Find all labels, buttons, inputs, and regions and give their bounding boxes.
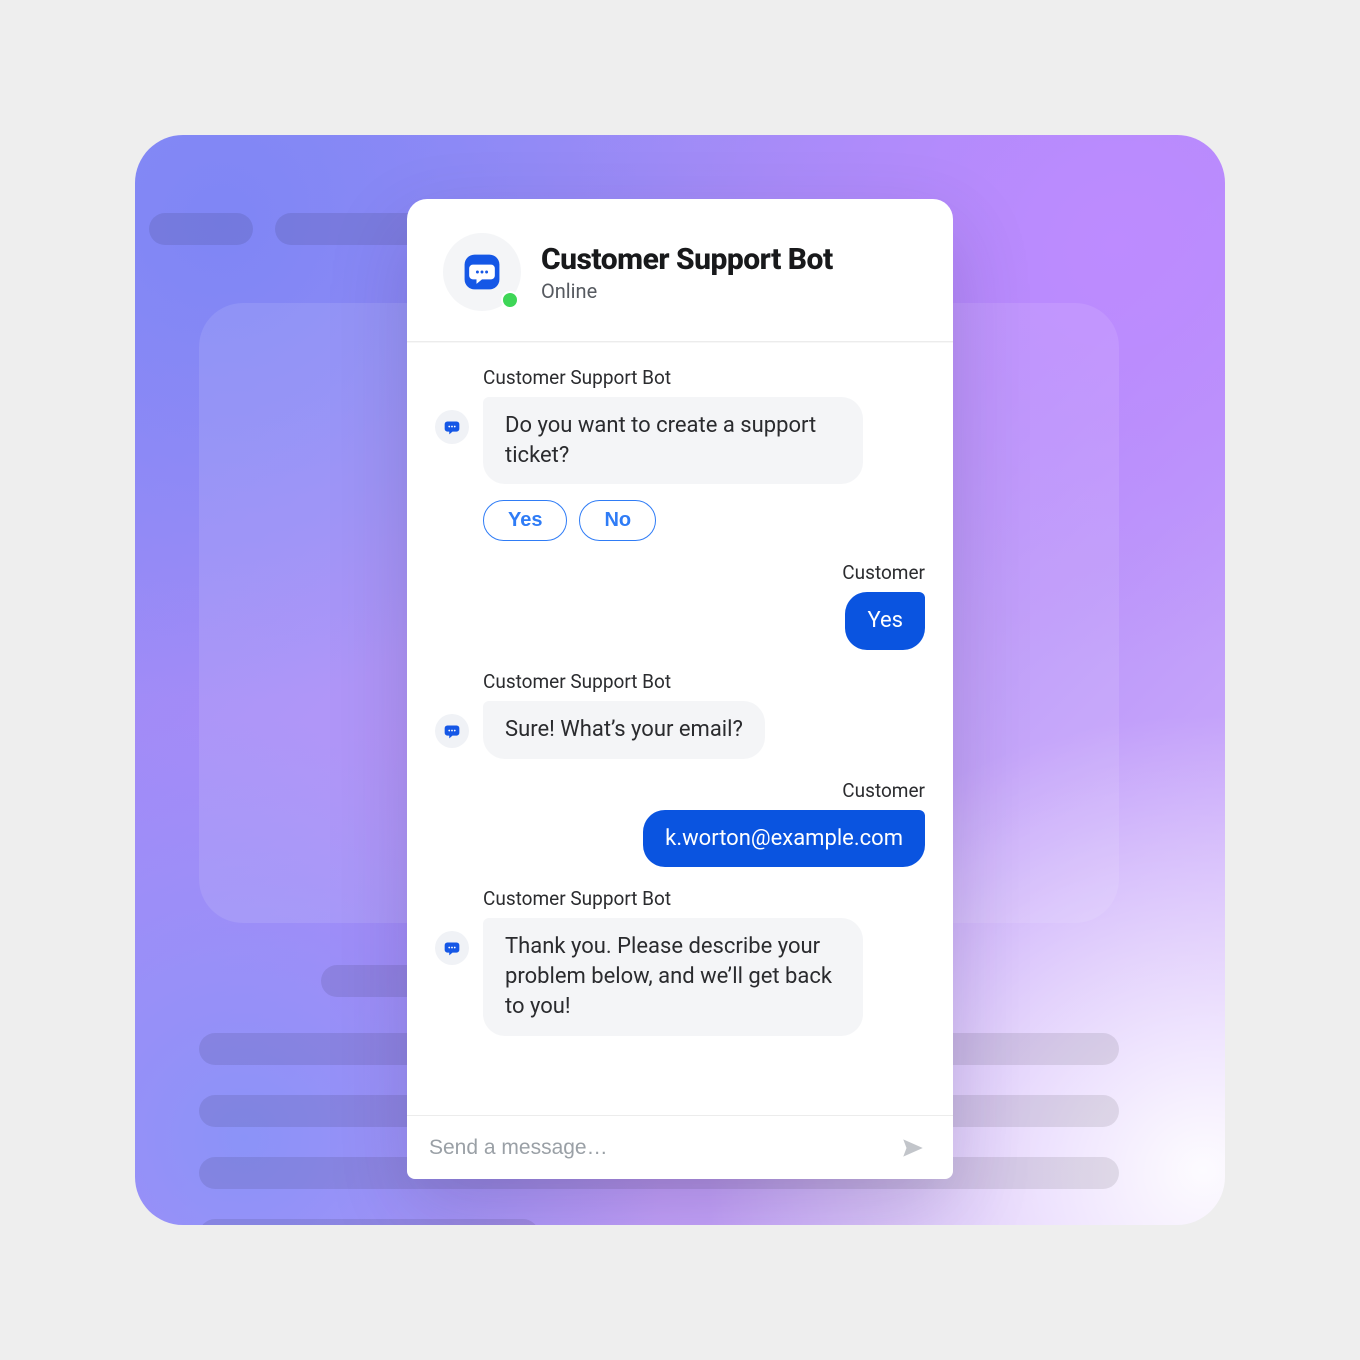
bot-avatar-small bbox=[435, 931, 469, 965]
chat-bubble-icon bbox=[441, 937, 463, 959]
composer bbox=[407, 1115, 953, 1179]
chat-header: Customer Support Bot Online bbox=[407, 199, 953, 342]
message-group-user: Customer k.worton@example.com bbox=[435, 779, 925, 868]
message-group-user: Customer Yes bbox=[435, 561, 925, 650]
user-message: k.worton@example.com bbox=[643, 810, 925, 868]
chat-bubble-icon bbox=[460, 250, 504, 294]
sender-label: Customer Support Bot bbox=[483, 887, 863, 910]
chat-widget: Customer Support Bot Online Customer Sup… bbox=[407, 199, 953, 1179]
quick-reply-yes-button[interactable]: Yes bbox=[483, 500, 567, 541]
user-message: Yes bbox=[845, 592, 925, 650]
presence-indicator bbox=[503, 293, 517, 307]
quick-reply-row: Yes No bbox=[483, 500, 925, 541]
sender-label: Customer Support Bot bbox=[483, 670, 765, 693]
bot-avatar bbox=[443, 233, 521, 311]
bot-avatar-small bbox=[435, 410, 469, 444]
sender-label: Customer bbox=[842, 561, 925, 584]
chat-title: Customer Support Bot bbox=[541, 242, 833, 277]
bot-message: Sure! What’s your email? bbox=[483, 701, 765, 759]
chat-bubble-icon bbox=[441, 416, 463, 438]
chat-bubble-icon bbox=[441, 720, 463, 742]
message-input[interactable] bbox=[429, 1136, 895, 1160]
send-icon bbox=[900, 1135, 926, 1161]
message-group-bot: Customer Support Bot Thank you. Please d… bbox=[435, 887, 925, 1035]
message-group-bot: Customer Support Bot Do you want to crea… bbox=[435, 366, 925, 484]
chat-body[interactable]: Customer Support Bot Do you want to crea… bbox=[407, 342, 953, 1115]
chat-status: Online bbox=[541, 279, 833, 303]
sender-label: Customer Support Bot bbox=[483, 366, 863, 389]
message-group-bot: Customer Support Bot Sure! What’s your e… bbox=[435, 670, 925, 759]
quick-reply-no-button[interactable]: No bbox=[579, 500, 656, 541]
bot-message: Thank you. Please describe your problem … bbox=[483, 918, 863, 1035]
background: Customer Support Bot Online Customer Sup… bbox=[135, 135, 1225, 1225]
send-button[interactable] bbox=[895, 1130, 931, 1166]
bot-avatar-small bbox=[435, 714, 469, 748]
bot-message: Do you want to create a support ticket? bbox=[483, 397, 863, 484]
sender-label: Customer bbox=[842, 779, 925, 802]
